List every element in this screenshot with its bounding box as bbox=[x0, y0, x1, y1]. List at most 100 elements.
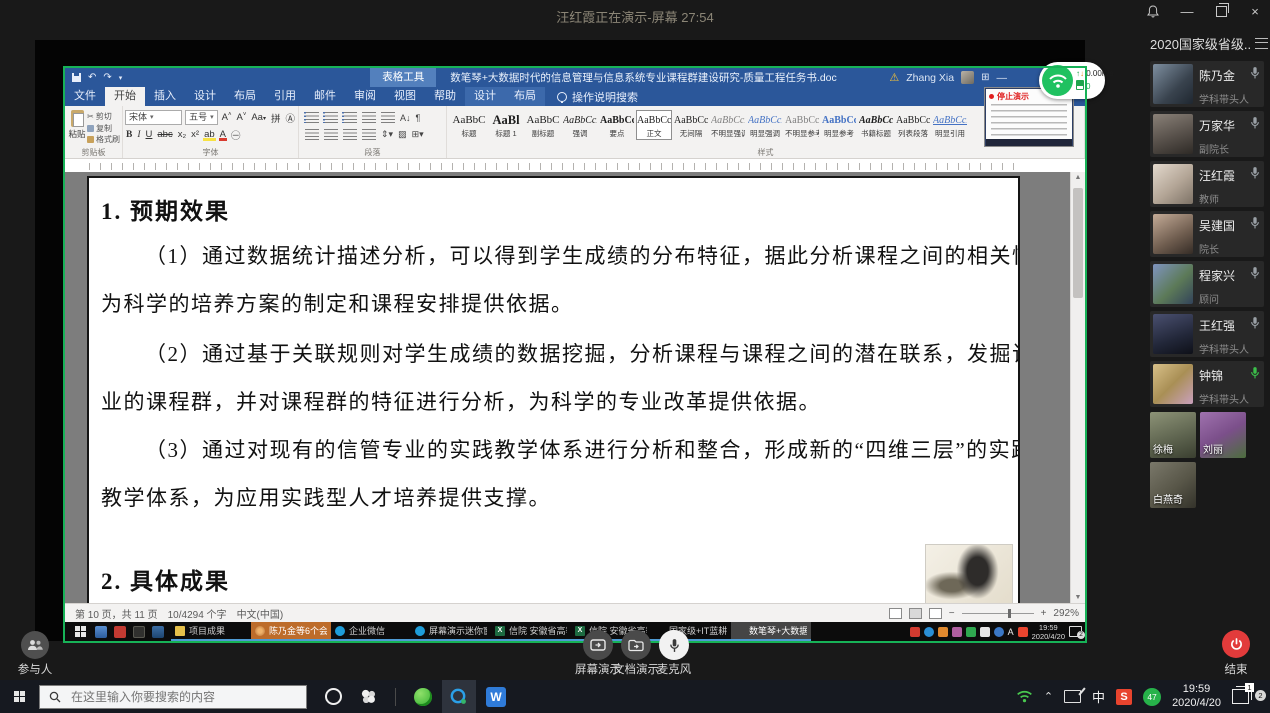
pinned-app-icon[interactable] bbox=[114, 626, 126, 638]
ribbon-tab[interactable]: 审阅 bbox=[345, 87, 385, 106]
vertical-scrollbar[interactable]: ▲ ▼ bbox=[1070, 172, 1085, 604]
tray-icon[interactable] bbox=[966, 627, 976, 637]
taskbar-search[interactable] bbox=[39, 685, 307, 709]
page-indicator[interactable]: 第 10 页，共 11 页 bbox=[75, 606, 158, 621]
line-spacing-icon[interactable]: ⇕▾ bbox=[381, 129, 393, 140]
pen-input-icon[interactable] bbox=[1064, 690, 1081, 703]
ribbon-tab[interactable]: 布局 bbox=[505, 87, 545, 106]
taskbar-app-button[interactable]: 企业微信 bbox=[331, 622, 411, 641]
participant-card[interactable]: 程家兴 顾问 bbox=[1150, 261, 1264, 307]
align-right-icon[interactable] bbox=[343, 129, 357, 140]
participant-tile[interactable]: 徐梅 bbox=[1150, 412, 1196, 458]
document-page[interactable]: 1. 预期效果 （1）通过数据统计描述分析，可以得到学生成绩的分布特征，据此分析… bbox=[87, 176, 1020, 604]
numbering-icon[interactable] bbox=[324, 112, 338, 123]
enclose-characters-button[interactable]: ㊀ bbox=[230, 128, 242, 142]
font-format-button[interactable]: x₂ bbox=[177, 129, 187, 140]
ribbon-tab[interactable]: 视图 bbox=[385, 87, 425, 106]
minimize-icon[interactable]: — bbox=[1180, 4, 1194, 18]
ribbon-tab[interactable]: 设计 bbox=[185, 87, 225, 106]
zoom-out-icon[interactable]: − bbox=[949, 608, 955, 619]
tray-icon[interactable] bbox=[910, 627, 920, 637]
language-indicator[interactable]: 中文(中国) bbox=[237, 606, 284, 621]
shrink-font-button[interactable]: A˅ bbox=[235, 112, 247, 123]
mic-status-icon[interactable] bbox=[1250, 66, 1260, 80]
show-marks-icon[interactable]: ¶ bbox=[416, 113, 421, 123]
style-gallery-item[interactable]: AaBbCcD 要点 bbox=[599, 110, 635, 140]
participant-tile[interactable]: 刘丽 bbox=[1200, 412, 1246, 458]
decrease-indent-icon[interactable] bbox=[362, 112, 376, 123]
account-avatar[interactable] bbox=[961, 71, 974, 84]
paste-button[interactable]: 粘贴 bbox=[67, 109, 87, 147]
bluetooth-icon[interactable] bbox=[994, 627, 1004, 637]
action-center-icon[interactable] bbox=[1069, 626, 1082, 637]
style-gallery-item[interactable]: AaBbCcDc 不明显强调 bbox=[710, 110, 746, 140]
presenter-clock[interactable]: 19:59 2020/4/20 bbox=[1032, 623, 1065, 641]
ribbon-tab[interactable]: 文件 bbox=[65, 87, 105, 106]
word-minimize-icon[interactable]: — bbox=[997, 72, 1008, 84]
style-gallery-item[interactable]: AaBbCcDc 明显强调 bbox=[747, 110, 783, 140]
undo-icon[interactable]: ↶ bbox=[88, 72, 96, 83]
tray-icon[interactable] bbox=[980, 627, 990, 637]
taskbar-clock[interactable]: 19:59 2020/4/20 bbox=[1172, 683, 1221, 711]
zoom-level[interactable]: 292% bbox=[1053, 608, 1079, 619]
style-gallery-item[interactable]: AaBl 标题 1 bbox=[488, 110, 524, 140]
grow-font-button[interactable]: A˄ bbox=[221, 112, 233, 123]
copy-button[interactable]: 复制 bbox=[87, 123, 120, 134]
sort-icon[interactable]: A↓ bbox=[400, 113, 411, 123]
style-gallery-item[interactable]: AaBbCcD 书籍标题 bbox=[858, 110, 894, 140]
taskbar-app-button[interactable]: 陈乃金等6个会话 bbox=[251, 622, 331, 641]
ribbon-tab[interactable]: 帮助 bbox=[425, 87, 465, 106]
zoom-in-icon[interactable]: + bbox=[1041, 608, 1047, 619]
ribbon-tab[interactable]: 插入 bbox=[145, 87, 185, 106]
ribbon-tab[interactable]: 开始 bbox=[105, 87, 145, 106]
print-layout-icon[interactable] bbox=[909, 608, 922, 619]
optimizer-ball-icon[interactable]: 47 bbox=[1143, 688, 1161, 706]
taskbar-app-button[interactable]: 数笔琴+大数据时… bbox=[731, 622, 811, 641]
style-gallery-item[interactable]: AaBbCcD 明显引用 bbox=[932, 110, 968, 140]
task-view-icon[interactable] bbox=[360, 688, 377, 705]
qat-dropdown-icon[interactable]: ▾ bbox=[119, 74, 123, 82]
borders-icon[interactable]: ⊞▾ bbox=[412, 129, 424, 140]
wifi-ball-icon[interactable] bbox=[1042, 65, 1073, 96]
bullets-icon[interactable] bbox=[305, 112, 319, 123]
mic-status-icon[interactable] bbox=[1250, 366, 1260, 380]
font-size-select[interactable]: 五号▾ bbox=[185, 110, 218, 125]
ribbon-tab[interactable]: 设计 bbox=[465, 87, 505, 106]
font-format-button[interactable]: abc bbox=[156, 129, 173, 140]
ime-indicator[interactable]: 中 bbox=[1092, 687, 1105, 706]
font-format-button[interactable]: U bbox=[145, 129, 154, 140]
redo-icon[interactable]: ↷ bbox=[103, 72, 111, 83]
participant-card[interactable]: 陈乃金 学科带头人 bbox=[1150, 61, 1264, 107]
style-gallery-item[interactable]: AaBbC 副标题 bbox=[525, 110, 561, 140]
screen-share-button[interactable] bbox=[583, 630, 613, 660]
end-meeting-button[interactable] bbox=[1222, 630, 1250, 658]
pinned-app-icon[interactable] bbox=[152, 626, 164, 638]
cortana-icon[interactable] bbox=[325, 688, 342, 705]
participant-card[interactable]: 吴建国 院长 bbox=[1150, 211, 1264, 257]
windows-start-button[interactable] bbox=[14, 691, 25, 702]
format-painter-button[interactable]: 格式刷 bbox=[87, 134, 120, 145]
read-mode-icon[interactable] bbox=[889, 608, 902, 619]
style-gallery-item[interactable]: AaBbCcD 强调 bbox=[562, 110, 598, 140]
font-color-button[interactable]: A bbox=[219, 129, 227, 140]
multilevel-list-icon[interactable] bbox=[343, 112, 357, 123]
search-input[interactable] bbox=[69, 689, 273, 705]
taskbar-app-button[interactable]: 项目成果 bbox=[171, 622, 251, 641]
sogou-icon[interactable]: S bbox=[1116, 689, 1132, 705]
style-gallery-item[interactable]: AaBbCcDc 不明显参考 bbox=[784, 110, 820, 140]
table-tools-context-tab[interactable]: 表格工具 bbox=[370, 68, 436, 87]
restore-icon[interactable] bbox=[1214, 4, 1228, 18]
shading-icon[interactable]: ▨ bbox=[398, 129, 407, 140]
font-format-button[interactable]: I bbox=[136, 130, 141, 140]
style-gallery-item[interactable]: AaBbC 标题 bbox=[451, 110, 487, 140]
account-name[interactable]: Zhang Xia bbox=[906, 72, 954, 84]
highlight-color-button[interactable]: ab bbox=[203, 129, 216, 140]
participant-card[interactable]: 万家华 副院长 bbox=[1150, 111, 1264, 157]
ribbon-tab[interactable]: 引用 bbox=[265, 87, 305, 106]
zoom-slider[interactable] bbox=[962, 613, 1034, 614]
cut-button[interactable]: ✂剪切 bbox=[87, 111, 120, 122]
participant-card[interactable]: 王红强 学科带头人 bbox=[1150, 311, 1264, 357]
font-name-select[interactable]: 宋体▾ bbox=[125, 110, 182, 125]
save-icon[interactable] bbox=[72, 73, 81, 82]
wifi-icon[interactable] bbox=[1016, 690, 1033, 703]
